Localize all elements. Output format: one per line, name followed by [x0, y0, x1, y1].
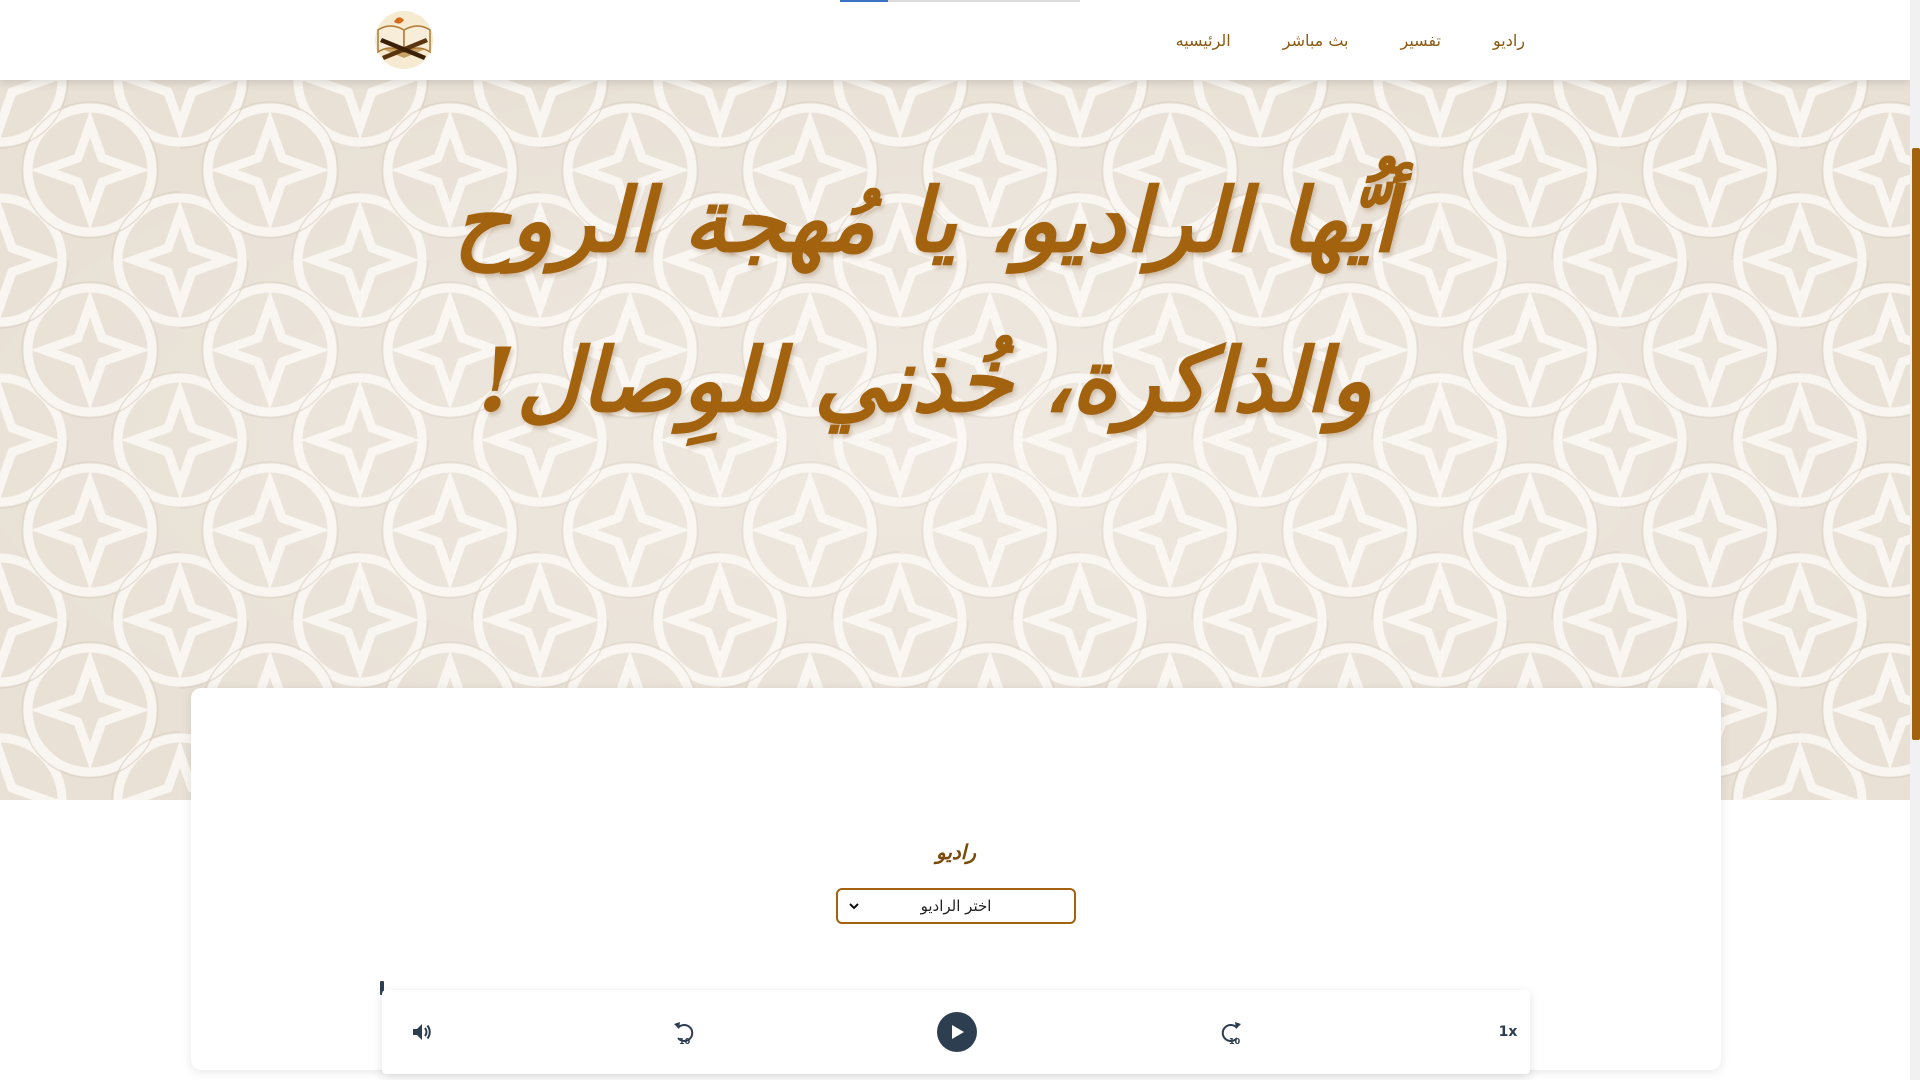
radio-select-value: اختر الراديو — [920, 897, 992, 915]
nav-live-broadcast[interactable]: بث مباشر — [1283, 31, 1349, 50]
navbar: راديو تفسير بث مباشر الرئيسيه — [0, 0, 1910, 80]
hero-heading: أيُّها الراديو، يا مُهجة الروح والذاكرة،… — [360, 140, 1490, 460]
audio-player: 10 10 1x — [382, 990, 1530, 1074]
quran-book-logo[interactable] — [370, 8, 438, 72]
forward-10-icon: 10 — [1221, 1022, 1241, 1045]
rewind-10-button[interactable]: 10 — [666, 1012, 702, 1052]
hero-line-1: أيُّها الراديو، يا مُهجة الروح — [453, 168, 1397, 272]
radio-card: راديو اختر الراديو 10 10 1x — [191, 688, 1721, 1074]
volume-icon — [413, 1024, 431, 1040]
page-load-progress — [840, 0, 1080, 2]
main-nav: راديو تفسير بث مباشر الرئيسيه — [1124, 0, 1525, 80]
volume-button[interactable] — [404, 1012, 440, 1052]
radio-section-title: راديو — [935, 840, 977, 864]
nav-radio[interactable]: راديو — [1493, 31, 1525, 50]
rewind-10-icon: 10 — [674, 1022, 694, 1045]
hero-line-2: والذاكرة، خُذني للوِصال! — [477, 328, 1373, 432]
page-scrollbar[interactable] — [1910, 0, 1920, 1080]
play-button[interactable] — [937, 1012, 977, 1052]
forward-10-button[interactable]: 10 — [1213, 1012, 1249, 1052]
forward-seconds: 10 — [1229, 1037, 1241, 1045]
rewind-seconds: 10 — [679, 1037, 691, 1045]
scrollbar-thumb[interactable] — [1912, 148, 1920, 740]
nav-tafsir[interactable]: تفسير — [1401, 31, 1441, 50]
nav-home[interactable]: الرئيسيه — [1176, 31, 1231, 50]
radio-station-select[interactable]: اختر الراديو — [836, 888, 1076, 924]
playback-speed-button[interactable]: 1x — [1490, 1012, 1526, 1052]
chevron-down-icon — [849, 903, 859, 910]
play-icon — [952, 1025, 964, 1039]
